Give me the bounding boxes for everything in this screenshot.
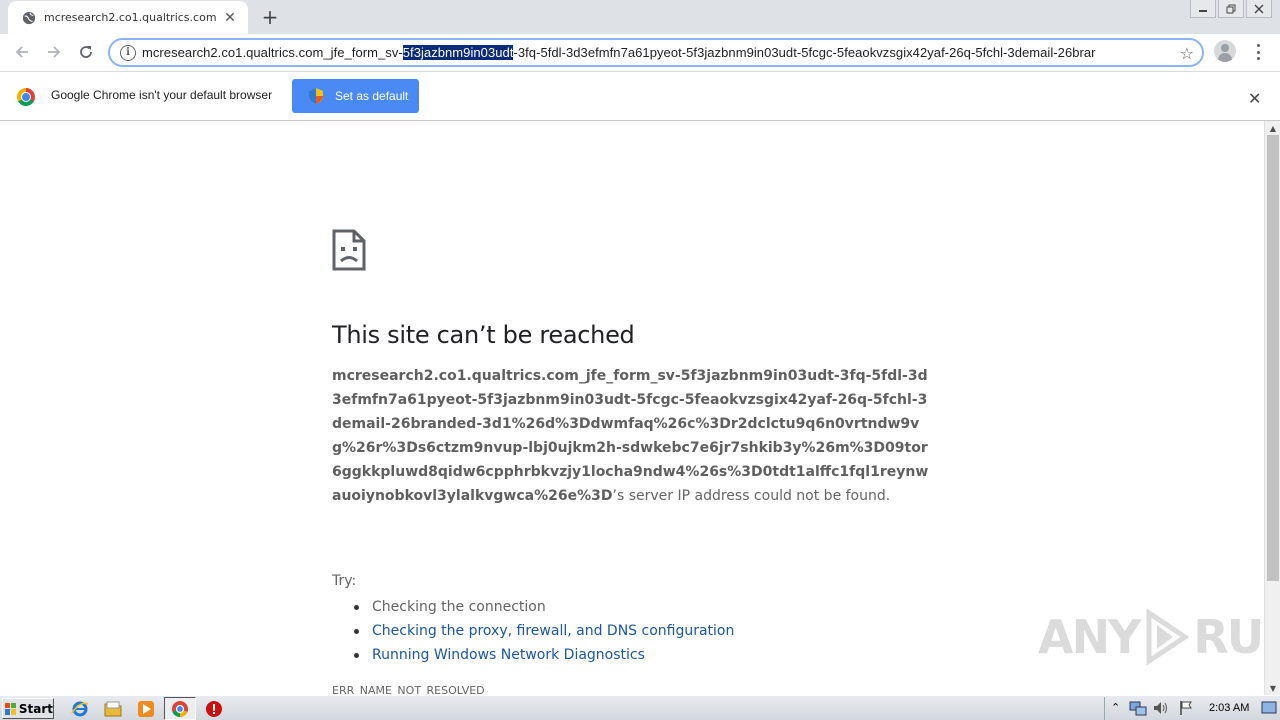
error-host: mcresearch2.co1.qualtrics.com_jfe_form_s… <box>332 368 929 504</box>
suggestion-list: Checking the connection Checking the pro… <box>352 595 734 667</box>
suggestion-check-proxy-link[interactable]: Checking the proxy, firewall, and DNS co… <box>352 619 734 643</box>
error-message: mcresearch2.co1.qualtrics.com_jfe_form_s… <box>332 364 932 508</box>
forward-icon[interactable] <box>38 36 70 68</box>
media-player-icon[interactable] <box>136 699 156 719</box>
file-explorer-icon[interactable] <box>103 699 123 719</box>
scroll-thumb[interactable] <box>1267 135 1279 581</box>
new-tab-icon[interactable]: + <box>258 5 282 29</box>
globe-icon <box>22 11 36 24</box>
clock[interactable]: 2:03 AM <box>1209 702 1249 714</box>
system-tray: ⌃ 2:03 AM <box>1104 697 1280 720</box>
window-controls <box>1190 0 1272 18</box>
page-content: This site can’t be reached mcresearch2.c… <box>0 121 1264 695</box>
anyrun-watermark: ANY RUN <box>1038 609 1264 665</box>
restore-icon[interactable] <box>1218 0 1244 18</box>
play-logo-icon <box>1146 609 1190 665</box>
error-message-suffix: ’s server IP address could not be found. <box>612 488 891 504</box>
chrome-taskbar-icon <box>170 699 190 719</box>
try-label: Try: <box>332 573 357 589</box>
tab-close-icon[interactable]: ✕ <box>222 10 238 26</box>
window-close-icon[interactable] <box>1246 0 1272 18</box>
internet-explorer-icon[interactable] <box>70 699 90 719</box>
bookmark-star-icon[interactable]: ☆ <box>1175 44 1194 63</box>
watermark-right: RUN <box>1193 610 1264 664</box>
browser-tab[interactable]: mcresearch2.co1.qualtrics.com_jfe_ ✕ <box>8 1 248 34</box>
taskbar: Start ⌃ 2:03 AM <box>0 695 1280 720</box>
watermark-left: ANY <box>1038 610 1141 664</box>
infobar-message: Google Chrome isn't your default browser <box>51 88 273 102</box>
vertical-scrollbar[interactable]: ▲ ▼ <box>1264 121 1280 695</box>
error-code: ERR_NAME_NOT_RESOLVED <box>332 684 485 695</box>
reload-icon[interactable] <box>70 36 102 68</box>
tab-strip: mcresearch2.co1.qualtrics.com_jfe_ ✕ + <box>0 0 1280 34</box>
tab-title: mcresearch2.co1.qualtrics.com_jfe_ <box>44 11 216 24</box>
default-browser-infobar: Google Chrome isn't your default browser… <box>0 71 1280 121</box>
scroll-down-icon[interactable]: ▼ <box>1265 681 1280 695</box>
infobar-close-icon[interactable]: ✕ <box>1248 89 1261 108</box>
set-as-default-label: Set as default <box>335 89 409 103</box>
shield-icon <box>309 88 323 104</box>
scroll-up-icon[interactable]: ▲ <box>1265 121 1280 135</box>
minimize-icon[interactable] <box>1190 0 1216 18</box>
start-button[interactable]: Start <box>2 698 54 719</box>
action-center-flag-icon[interactable] <box>1179 700 1193 716</box>
url-prefix: mcresearch2.co1.qualtrics.com_jfe_form_s… <box>142 45 403 60</box>
address-bar[interactable]: i mcresearch2.co1.qualtrics.com_jfe_form… <box>108 38 1204 67</box>
chrome-logo-icon <box>17 88 35 106</box>
set-as-default-button[interactable]: Set as default <box>292 79 419 113</box>
profile-avatar-icon[interactable] <box>1214 40 1236 62</box>
info-icon[interactable]: i <box>120 44 136 61</box>
back-icon[interactable] <box>6 36 38 68</box>
security-app-icon[interactable] <box>204 699 224 719</box>
browser-toolbar: i mcresearch2.co1.qualtrics.com_jfe_form… <box>0 34 1280 71</box>
url-selection: 5f3jazbnm9in03udt <box>402 45 514 60</box>
show-desktop-icon[interactable] <box>1261 701 1277 715</box>
sad-page-icon <box>332 229 366 271</box>
tray-expand-icon[interactable]: ⌃ <box>1111 701 1120 714</box>
volume-icon[interactable] <box>1153 701 1169 715</box>
network-icon[interactable] <box>1129 700 1147 716</box>
suggestion-check-connection: Checking the connection <box>352 595 734 619</box>
windows-logo-icon <box>5 702 16 715</box>
start-label: Start <box>18 701 53 716</box>
url-text: mcresearch2.co1.qualtrics.com_jfe_form_s… <box>142 45 1096 60</box>
menu-icon[interactable] <box>1250 42 1266 62</box>
suggestion-network-diagnostics-link[interactable]: Running Windows Network Diagnostics <box>352 643 734 667</box>
error-title: This site can’t be reached <box>332 321 635 349</box>
url-suffix: -3fq-5fdl-3d3efmfn7a61pyeot-5f3jazbnm9in… <box>513 45 1096 60</box>
